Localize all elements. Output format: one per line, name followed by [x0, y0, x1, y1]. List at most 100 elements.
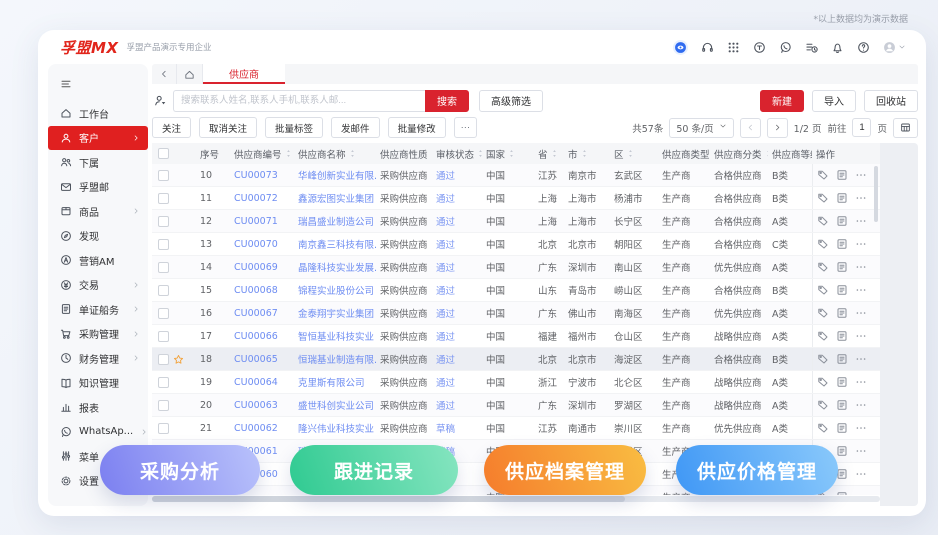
star-icon[interactable] [173, 354, 185, 365]
detail-icon[interactable] [836, 192, 848, 204]
cell-name[interactable]: 金泰翔宇实业集团 [294, 306, 376, 320]
detail-icon[interactable] [836, 353, 848, 365]
cell-code[interactable]: CU00065 [230, 354, 294, 365]
cell-name[interactable]: 晶隆科技实业发展... [294, 260, 376, 274]
table-row[interactable]: 12 CU00071 瑞昌盛业制造公司 采购供应商 通过 中国 上海 上海市 长宁区 生产商 合格供… [152, 210, 880, 233]
detail-icon[interactable] [836, 215, 848, 227]
column-header-type[interactable]: 供应商类型 [658, 147, 710, 161]
import-button[interactable]: 导入 [812, 89, 856, 112]
more-icon[interactable] [855, 399, 867, 411]
table-row[interactable]: 11 CU00072 鑫源宏图实业集团 采购供应商 通过 中国 上海 上海市 杨浦市 生产商 合格供… [152, 187, 880, 210]
cell-code[interactable]: CU00062 [230, 423, 294, 434]
column-header-nature[interactable]: 供应商性质 [376, 147, 432, 161]
more-icon[interactable] [855, 445, 867, 457]
column-header-district[interactable]: 区 [610, 147, 658, 161]
more-icon[interactable] [855, 284, 867, 296]
table-row[interactable]: 15 CU00068 锦程实业股份公司 采购供应商 通过 中国 山东 青岛市 崂山区 生产商 合格供… [152, 279, 880, 302]
bulk-button-4[interactable]: 批量修改 [387, 117, 446, 138]
tag-icon[interactable] [817, 399, 829, 411]
tab-back-icon[interactable] [152, 64, 177, 84]
more-icon[interactable] [855, 238, 867, 250]
column-header-country[interactable]: 国家 [482, 147, 534, 161]
sort-icon[interactable] [284, 149, 293, 158]
cell-name[interactable]: 智恒基业科技实业 [294, 329, 376, 343]
detail-icon[interactable] [836, 399, 848, 411]
table-row[interactable]: 10 CU00073 华峰创新实业有限... 采购供应商 通过 中国 江苏 南京市 玄武区 生产商… [152, 164, 880, 187]
prev-page-button[interactable] [739, 117, 761, 138]
row-checkbox[interactable] [158, 215, 169, 227]
cell-status[interactable]: 通过 [432, 306, 482, 320]
cell-code[interactable]: CU00068 [230, 285, 294, 296]
sort-icon[interactable] [348, 149, 357, 158]
sidebar-item-target[interactable]: 营销AM [48, 248, 148, 273]
table-row[interactable]: 19 CU00064 克里斯有限公司 采购供应商 通过 中国 浙江 宁波市 北仑区 生产商 战略供应… [152, 371, 880, 394]
sidebar-item-cart[interactable]: 采购管理 [48, 322, 148, 347]
cell-status[interactable]: 通过 [432, 375, 482, 389]
cell-name[interactable]: 克里斯有限公司 [294, 375, 376, 389]
row-checkbox[interactable] [158, 169, 169, 181]
sidebar-item-box[interactable]: 商品 [48, 199, 148, 224]
recycle-bin-button[interactable]: 回收站 [864, 89, 918, 112]
row-checkbox[interactable] [158, 307, 169, 319]
cell-status[interactable]: 通过 [432, 214, 482, 228]
column-header-code[interactable]: 供应商编号 [230, 147, 294, 161]
table-row[interactable]: 18 CU00065 恒瑞基业制造有限... 采购供应商 通过 中国 北京 北京市 海淀区 生产商… [152, 348, 880, 371]
column-header-category[interactable]: 供应商分类 [710, 147, 768, 161]
row-checkbox[interactable] [158, 261, 169, 273]
cell-name[interactable]: 锦程实业股份公司 [294, 283, 376, 297]
cell-status[interactable]: 通过 [432, 329, 482, 343]
column-header-checkbox[interactable] [152, 148, 196, 159]
cell-name[interactable]: 恒瑞基业制造有限... [294, 352, 376, 366]
detail-icon[interactable] [836, 445, 848, 457]
whatsapp-icon[interactable] [779, 41, 792, 54]
sort-icon[interactable] [550, 149, 559, 158]
next-page-button[interactable] [766, 117, 788, 138]
row-checkbox[interactable] [158, 284, 169, 296]
sidebar-item-user[interactable]: 客户 [48, 125, 148, 150]
bulk-button-3[interactable]: 发邮件 [331, 117, 380, 138]
more-icon[interactable] [855, 422, 867, 434]
cell-name[interactable]: 南京鑫三科技有限... [294, 237, 376, 251]
vertical-scrollbar-thumb[interactable] [874, 166, 878, 222]
sidebar-item-mail[interactable]: 孚盟邮 [48, 175, 148, 200]
cell-name[interactable]: 瑞昌盛业制造公司 [294, 214, 376, 228]
more-icon[interactable] [855, 330, 867, 342]
sidebar-item-compass[interactable]: 发现 [48, 224, 148, 249]
sort-icon[interactable] [507, 149, 516, 158]
cell-name[interactable]: 鑫源宏图实业集团 [294, 191, 376, 205]
sidebar-item-home[interactable]: 工作台 [48, 101, 148, 126]
table-row[interactable]: 14 CU00069 晶隆科技实业发展... 采购供应商 通过 中国 广东 深圳市 南山区 生产商… [152, 256, 880, 279]
row-checkbox[interactable] [158, 422, 169, 434]
cell-code[interactable]: CU00066 [230, 331, 294, 342]
cell-status[interactable]: 通过 [432, 168, 482, 182]
row-checkbox[interactable] [158, 353, 169, 365]
goto-page-input[interactable] [852, 118, 872, 137]
row-checkbox[interactable] [158, 376, 169, 388]
create-button[interactable]: 新建 [760, 89, 804, 112]
more-icon[interactable] [855, 215, 867, 227]
floating-button-3[interactable]: 供应价格管理 [676, 445, 838, 495]
cell-status[interactable]: 草稿 [432, 421, 482, 435]
tag-icon[interactable] [817, 192, 829, 204]
tag-icon[interactable] [817, 169, 829, 181]
ai-assistant-icon[interactable] [673, 39, 688, 55]
headset-icon[interactable] [701, 41, 714, 54]
detail-icon[interactable] [836, 422, 848, 434]
cell-code[interactable]: CU00064 [230, 377, 294, 388]
tag-icon[interactable] [817, 353, 829, 365]
column-settings-icon[interactable] [893, 117, 918, 138]
detail-icon[interactable] [836, 307, 848, 319]
sidebar-item-doc[interactable]: 单证船务 [48, 297, 148, 322]
cell-name[interactable]: 隆兴伟业科技实业 [294, 421, 376, 435]
sidebar-item-phone[interactable]: WhatsAp... [48, 420, 148, 445]
tag-icon[interactable] [817, 307, 829, 319]
sidebar-item-clock[interactable]: 财务管理 [48, 346, 148, 371]
sort-icon[interactable] [626, 149, 635, 158]
cell-code[interactable]: CU00072 [230, 193, 294, 204]
app-grid-icon[interactable] [727, 41, 740, 54]
tag-icon[interactable] [817, 215, 829, 227]
row-checkbox[interactable] [158, 192, 169, 204]
tag-icon[interactable] [817, 238, 829, 250]
cell-code[interactable]: CU00070 [230, 239, 294, 250]
horizontal-scrollbar-thumb[interactable] [152, 496, 626, 502]
